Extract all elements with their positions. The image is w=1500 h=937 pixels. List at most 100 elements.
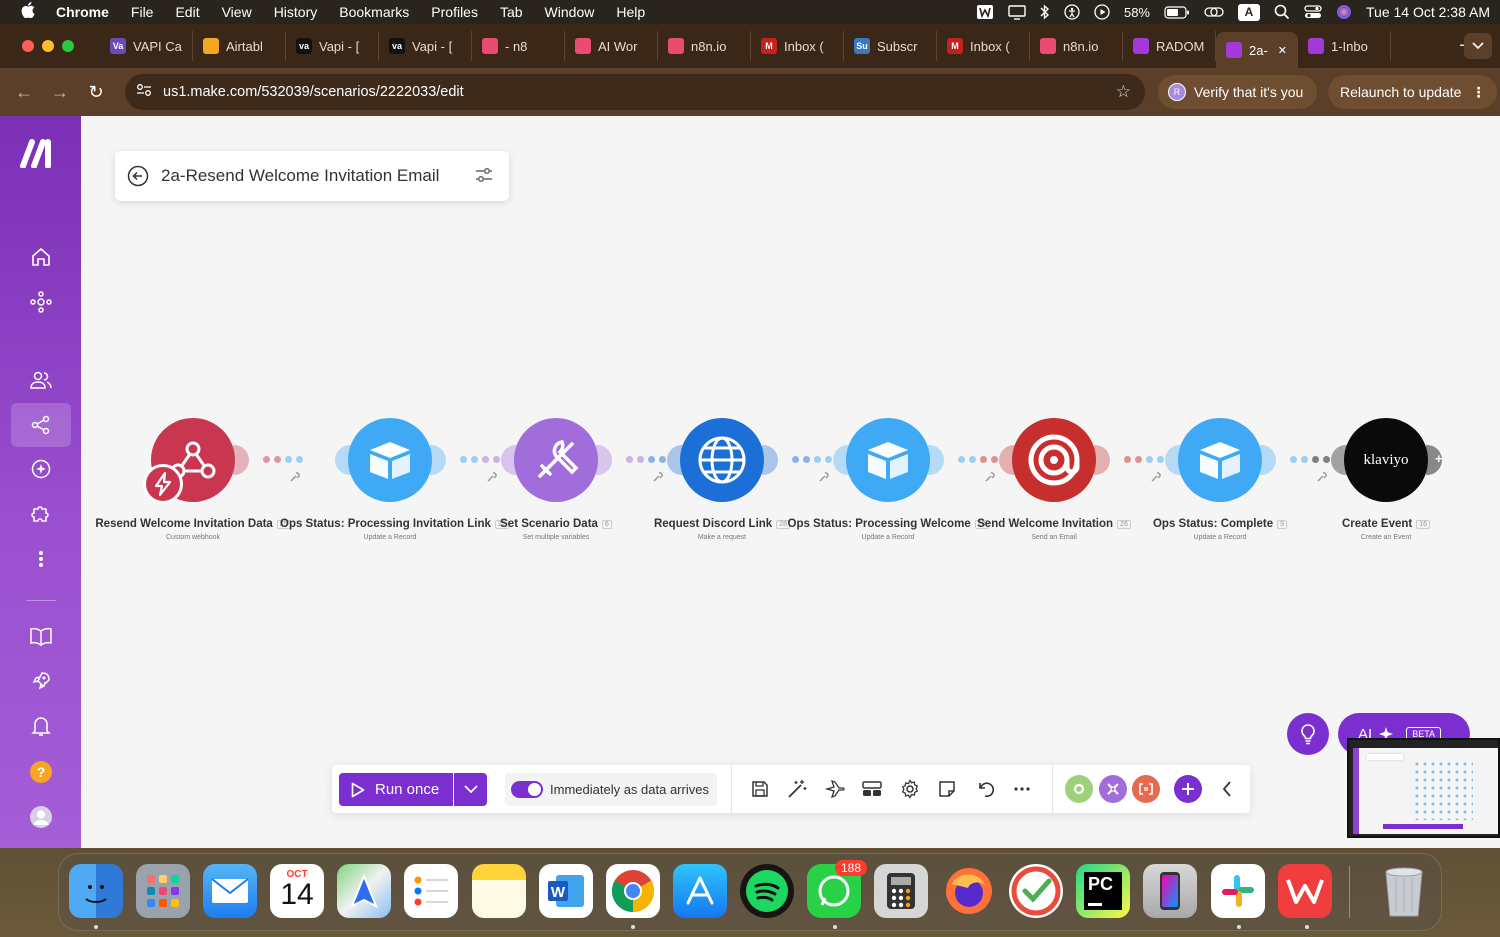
scenario-canvas[interactable]: 2a-Resend Welcome Invitation Email Resen… xyxy=(81,116,1500,848)
tools-module-icon[interactable] xyxy=(1065,775,1093,803)
control-center-icon[interactable] xyxy=(1304,4,1322,20)
back-arrow-icon[interactable]: ← xyxy=(6,82,42,103)
text-parser-icon[interactable] xyxy=(1132,775,1160,803)
browser-tab[interactable]: M Inbox ( xyxy=(937,31,1030,61)
mail-icon[interactable] xyxy=(203,864,257,918)
browser-tab[interactable]: - n8 xyxy=(472,31,565,61)
url-text[interactable]: us1.make.com/532039/scenarios/2222033/ed… xyxy=(163,84,464,100)
browser-tab[interactable]: n8n.io xyxy=(658,31,751,61)
accessibility-icon[interactable] xyxy=(1064,4,1080,20)
calculator-icon[interactable] xyxy=(874,864,928,918)
app-store-icon[interactable] xyxy=(673,864,727,918)
display-icon[interactable] xyxy=(1008,4,1026,20)
module-output-connector[interactable] xyxy=(596,445,612,475)
browser-tab[interactable]: n8n.io xyxy=(1030,31,1123,61)
route-connection[interactable] xyxy=(1124,456,1164,463)
close-window-button[interactable] xyxy=(22,40,34,52)
screenshot-preview-thumbnail[interactable] xyxy=(1347,738,1500,838)
route-settings-wrench-icon[interactable] xyxy=(1317,472,1327,485)
chrome-icon[interactable] xyxy=(606,864,660,918)
more-horizontal-icon[interactable] xyxy=(1010,777,1034,801)
menu-history[interactable]: History xyxy=(274,4,318,20)
ai-agents-icon[interactable] xyxy=(11,447,71,491)
battery-icon[interactable] xyxy=(1164,5,1190,19)
schedule-toggle[interactable]: Immediately as data arrives xyxy=(505,773,717,806)
trash-icon[interactable] xyxy=(1377,864,1431,918)
module-node[interactable]: klaviyo xyxy=(1344,418,1428,502)
route-connection[interactable] xyxy=(1290,456,1330,463)
wps-icon[interactable] xyxy=(976,4,994,20)
browser-tab[interactable]: va Vapi - [ xyxy=(286,31,379,61)
help-question-icon[interactable]: ? xyxy=(11,750,71,794)
module-output-connector[interactable] xyxy=(233,445,249,475)
browser-tab[interactable]: Va VAPI Ca xyxy=(100,31,193,61)
notifications-bell-icon[interactable] xyxy=(11,704,71,748)
module-node[interactable] xyxy=(846,418,930,502)
route-settings-wrench-icon[interactable] xyxy=(653,472,663,485)
verify-identity-button[interactable]: R Verify that it's you xyxy=(1158,75,1318,109)
reload-icon[interactable]: ↻ xyxy=(78,82,114,103)
play-icon[interactable] xyxy=(1094,4,1110,20)
undo-icon[interactable] xyxy=(973,777,997,801)
browser-tab[interactable]: AI Wor xyxy=(565,31,658,61)
browser-tab[interactable]: 2a- ✕ xyxy=(1216,32,1298,68)
run-options-dropdown[interactable] xyxy=(454,773,487,806)
module-node[interactable] xyxy=(680,418,764,502)
menu-file[interactable]: File xyxy=(131,4,154,20)
module-node[interactable] xyxy=(348,418,432,502)
module-output-connector[interactable] xyxy=(928,445,944,475)
route-connection[interactable] xyxy=(958,456,998,463)
menu-view[interactable]: View xyxy=(222,4,252,20)
calendar-icon[interactable]: OCT 14 xyxy=(270,864,324,918)
user-avatar-icon[interactable] xyxy=(11,795,71,839)
whatsapp-icon[interactable]: 188 xyxy=(807,860,867,918)
menu-help[interactable]: Help xyxy=(616,4,645,20)
explain-flow-plane-icon[interactable] xyxy=(823,777,847,801)
hints-lightbulb-icon[interactable] xyxy=(1287,713,1329,755)
scenario-settings-gear-icon[interactable] xyxy=(898,777,922,801)
module-output-connector[interactable] xyxy=(1094,445,1110,475)
module-node[interactable] xyxy=(514,418,598,502)
auto-align-wand-icon[interactable] xyxy=(785,777,809,801)
scenario-title[interactable]: 2a-Resend Welcome Invitation Email xyxy=(161,166,439,186)
save-icon[interactable] xyxy=(748,777,772,801)
microsoft-word-icon[interactable]: W xyxy=(539,864,593,918)
slack-icon[interactable] xyxy=(1211,864,1265,918)
forward-arrow-icon[interactable]: → xyxy=(42,82,78,103)
bookmark-star-icon[interactable]: ☆ xyxy=(1116,82,1131,102)
ticktick-check-icon[interactable] xyxy=(1009,864,1063,918)
menu-edit[interactable]: Edit xyxy=(175,4,199,20)
add-next-module-plus-icon[interactable]: + xyxy=(1435,451,1443,466)
menubar-clock[interactable]: Tue 14 Oct 2:38 AM xyxy=(1366,4,1490,20)
route-connection[interactable] xyxy=(263,456,303,463)
route-settings-wrench-icon[interactable] xyxy=(819,472,829,485)
module-output-connector[interactable] xyxy=(762,445,778,475)
notes-icon[interactable] xyxy=(935,777,959,801)
spotlight-search-icon[interactable] xyxy=(1274,4,1290,20)
zoom-window-button[interactable] xyxy=(62,40,74,52)
route-settings-wrench-icon[interactable] xyxy=(290,472,300,485)
organization-icon[interactable] xyxy=(11,280,71,324)
firefox-icon[interactable] xyxy=(942,864,996,918)
route-settings-wrench-icon[interactable] xyxy=(985,472,995,485)
route-settings-wrench-icon[interactable] xyxy=(487,472,497,485)
site-info-icon[interactable] xyxy=(125,83,163,101)
relaunch-button[interactable]: Relaunch to update ⋮ xyxy=(1328,75,1498,109)
spotify-icon[interactable] xyxy=(740,864,794,918)
add-module-plus-icon[interactable] xyxy=(1174,775,1202,803)
menu-tab[interactable]: Tab xyxy=(500,4,523,20)
back-circle-icon[interactable] xyxy=(115,165,161,187)
notes-app-icon[interactable] xyxy=(472,864,526,918)
collapse-chevron-left-icon[interactable] xyxy=(1215,777,1239,801)
menu-app-name[interactable]: Chrome xyxy=(56,4,109,20)
devtool-icon[interactable] xyxy=(860,777,884,801)
iphone-mirroring-icon[interactable] xyxy=(1143,864,1197,918)
schedule-switch[interactable] xyxy=(511,781,543,798)
browser-tab[interactable]: va Vapi - [ xyxy=(379,31,472,61)
pycharm-icon[interactable]: PC xyxy=(1076,864,1130,918)
custom-apps-puzzle-icon[interactable] xyxy=(11,492,71,536)
flow-control-icon[interactable] xyxy=(1099,775,1127,803)
run-once-button[interactable]: Run once xyxy=(339,773,453,806)
siri-icon[interactable] xyxy=(1336,4,1352,20)
screen-mirroring-icon[interactable] xyxy=(1204,5,1224,19)
